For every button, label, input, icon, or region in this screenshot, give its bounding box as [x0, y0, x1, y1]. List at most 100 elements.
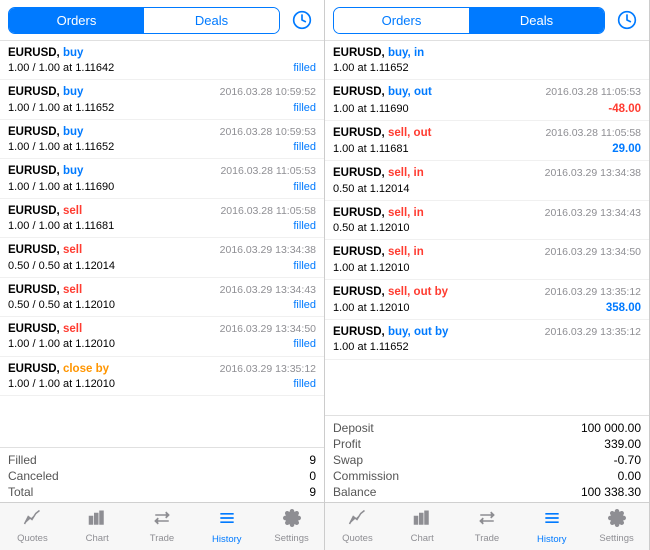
left-panel: Orders Deals EURUSD, buy 1.00 / 1.00 at …	[0, 0, 325, 550]
summary-total-value: 9	[309, 485, 316, 499]
summary-total-label: Total	[8, 485, 33, 499]
trade-vol: 1.00 / 1.00 at 1.12010	[8, 377, 115, 392]
right-deals-tab[interactable]: Deals	[469, 8, 604, 33]
trade-date: 2016.03.28 11:05:58	[545, 126, 641, 141]
right-nav-trade[interactable]: Trade	[455, 503, 520, 550]
summary-commission-label: Commission	[333, 469, 399, 483]
left-nav-settings[interactable]: Settings	[259, 503, 324, 550]
trade-vol: 1.00 / 1.00 at 1.11690	[8, 180, 114, 195]
summary-canceled-value: 0	[309, 469, 316, 483]
trade-symbol: EURUSD, sell	[8, 203, 82, 219]
right-clock-icon[interactable]	[613, 6, 641, 34]
left-tab-bar: Orders Deals	[0, 0, 324, 41]
settings-icon	[283, 509, 301, 532]
trade-item: EURUSD, close by 2016.03.29 13:35:12 1.0…	[0, 357, 324, 396]
trade-vol: 1.00 / 1.00 at 1.11681	[8, 219, 114, 234]
trade-item: EURUSD, buy, out 2016.03.28 11:05:53 1.0…	[325, 80, 649, 120]
left-bottom-nav: Quotes Chart Trade History Settings	[0, 502, 324, 550]
left-nav-history[interactable]: History	[194, 503, 259, 550]
summary-commission-value: 0.00	[618, 469, 641, 483]
trade-symbol: EURUSD, sell, out by	[333, 284, 448, 300]
summary-deposit-row: Deposit 100 000.00	[333, 420, 641, 436]
summary-canceled-label: Canceled	[8, 469, 59, 483]
left-nav-quotes[interactable]: Quotes	[0, 503, 65, 550]
left-nav-trade[interactable]: Trade	[130, 503, 195, 550]
trade-vol: 1.00 at 1.11652	[333, 340, 409, 355]
trade-date: 2016.03.28 11:05:53	[545, 85, 641, 100]
summary-swap-row: Swap -0.70	[333, 452, 641, 468]
trade-item: EURUSD, buy 2016.03.28 11:05:53 1.00 / 1…	[0, 159, 324, 198]
trade-item: EURUSD, buy, in 1.00 at 1.11652	[325, 41, 649, 80]
right-orders-tab[interactable]: Orders	[334, 8, 469, 33]
trade-symbol: EURUSD, sell, in	[333, 244, 424, 260]
right-tab-bar: Orders Deals	[325, 0, 649, 41]
summary-balance-value: 100 338.30	[581, 485, 641, 499]
history-icon	[542, 508, 562, 533]
trade-vol: 1.00 / 1.00 at 1.11642	[8, 61, 114, 76]
trade-icon	[153, 509, 171, 532]
trade-symbol: EURUSD, sell, in	[333, 165, 424, 181]
trade-date: 2016.03.28 11:05:58	[220, 204, 316, 219]
trade-status: filled	[293, 101, 316, 116]
left-orders-tab[interactable]: Orders	[9, 8, 144, 33]
left-nav-trade-label: Trade	[150, 533, 174, 544]
trade-symbol: EURUSD, buy, in	[333, 45, 424, 61]
trade-status: filled	[293, 377, 316, 392]
summary-commission-row: Commission 0.00	[333, 468, 641, 484]
right-bottom-nav: Quotes Chart Trade History Settings	[325, 502, 649, 550]
summary-profit-label: Profit	[333, 437, 361, 451]
trade-symbol: EURUSD, sell	[8, 321, 82, 337]
trade-vol: 1.00 at 1.11652	[333, 61, 409, 76]
quotes-icon	[348, 509, 366, 532]
trade-vol: 1.00 at 1.12010	[333, 301, 409, 316]
right-nav-history[interactable]: History	[519, 503, 584, 550]
trade-vol: 0.50 at 1.12014	[333, 182, 409, 197]
right-trade-list: EURUSD, buy, in 1.00 at 1.11652 EURUSD, …	[325, 41, 649, 415]
summary-balance-label: Balance	[333, 485, 376, 499]
right-nav-quotes-label: Quotes	[342, 533, 373, 544]
left-nav-chart[interactable]: Chart	[65, 503, 130, 550]
left-deals-tab[interactable]: Deals	[144, 8, 279, 33]
trade-vol: 0.50 at 1.12010	[333, 221, 409, 236]
trade-item: EURUSD, buy 2016.03.28 10:59:52 1.00 / 1…	[0, 80, 324, 119]
right-nav-chart[interactable]: Chart	[390, 503, 455, 550]
left-summary: Filled 9 Canceled 0 Total 9	[0, 447, 324, 502]
trade-item: EURUSD, sell, out 2016.03.28 11:05:58 1.…	[325, 121, 649, 161]
right-nav-settings[interactable]: Settings	[584, 503, 649, 550]
summary-filled-value: 9	[309, 453, 316, 467]
trade-symbol: EURUSD, buy	[8, 45, 83, 61]
trade-item: EURUSD, buy, out by 2016.03.29 13:35:12 …	[325, 320, 649, 359]
trade-item: EURUSD, buy 2016.03.28 10:59:53 1.00 / 1…	[0, 120, 324, 159]
left-clock-icon[interactable]	[288, 6, 316, 34]
left-nav-settings-label: Settings	[274, 533, 308, 544]
left-nav-quotes-label: Quotes	[17, 533, 48, 544]
right-nav-history-label: History	[537, 534, 567, 545]
trade-vol: 1.00 at 1.11690	[333, 102, 409, 117]
quotes-icon	[23, 509, 41, 532]
left-tab-group: Orders Deals	[8, 7, 280, 34]
trade-vol: 0.50 / 0.50 at 1.12010	[8, 298, 115, 313]
trade-status: filled	[293, 61, 316, 76]
trade-vol: 1.00 at 1.12010	[333, 261, 409, 276]
summary-deposit-label: Deposit	[333, 421, 374, 435]
trade-item: EURUSD, sell, out by 2016.03.29 13:35:12…	[325, 280, 649, 320]
trade-date: 2016.03.28 10:59:53	[220, 125, 316, 140]
trade-date: 2016.03.29 13:34:43	[545, 206, 641, 221]
trade-icon	[478, 509, 496, 532]
chart-icon	[413, 509, 431, 532]
trade-symbol: EURUSD, sell	[8, 282, 82, 298]
trade-status: filled	[293, 337, 316, 352]
trade-status: filled	[293, 219, 316, 234]
summary-profit-value: 339.00	[604, 437, 641, 451]
trade-item: EURUSD, sell 2016.03.28 11:05:58 1.00 / …	[0, 199, 324, 238]
right-nav-quotes[interactable]: Quotes	[325, 503, 390, 550]
trade-vol: 0.50 / 0.50 at 1.12014	[8, 259, 115, 274]
trade-date: 2016.03.29 13:35:12	[545, 285, 641, 300]
trade-symbol: EURUSD, sell	[8, 242, 82, 258]
summary-profit-row: Profit 339.00	[333, 436, 641, 452]
trade-date: 2016.03.29 13:35:12	[220, 362, 316, 377]
trade-symbol: EURUSD, sell, out	[333, 125, 431, 141]
trade-item: EURUSD, sell 2016.03.29 13:34:43 0.50 / …	[0, 278, 324, 317]
trade-symbol: EURUSD, buy, out	[333, 84, 432, 100]
trade-symbol: EURUSD, buy, out by	[333, 324, 448, 340]
